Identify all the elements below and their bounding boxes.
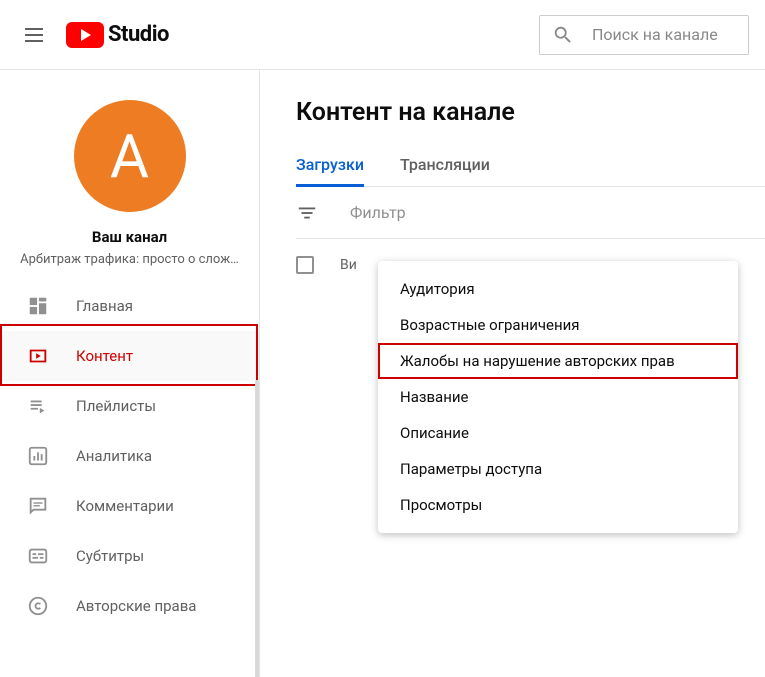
page-title: Контент на канале — [296, 98, 765, 127]
sidebar-item-label: Субтитры — [76, 547, 144, 565]
sidebar-item-label: Комментарии — [76, 497, 174, 515]
filter-bar[interactable]: Фильтр — [296, 187, 765, 239]
sidebar-item-label: Главная — [76, 297, 133, 315]
search-icon — [552, 24, 574, 46]
sidebar-nav: Главная Контент Плейлисты Аналитика — [0, 281, 259, 631]
sidebar-item-copyright[interactable]: Авторские права — [0, 581, 259, 631]
content-icon — [26, 344, 50, 368]
filter-option[interactable]: Возрастные ограничения — [378, 307, 738, 343]
copyright-icon — [26, 594, 50, 618]
sidebar: A Ваш канал Арбитраж трафика: просто о с… — [0, 70, 260, 677]
sidebar-item-label: Аналитика — [76, 447, 152, 465]
comments-icon — [26, 494, 50, 518]
sidebar-item-label: Плейлисты — [76, 397, 156, 415]
avatar-letter: A — [110, 121, 149, 192]
tabs: Загрузки Трансляции — [296, 155, 765, 187]
playlists-icon — [26, 394, 50, 418]
tab-uploads[interactable]: Загрузки — [296, 155, 364, 186]
filter-label: Фильтр — [350, 203, 406, 222]
filter-option[interactable]: Жалобы на нарушение авторских прав — [378, 343, 738, 379]
youtube-icon — [66, 22, 104, 48]
select-all-checkbox[interactable] — [296, 256, 314, 274]
channel-heading: Ваш канал — [0, 228, 259, 246]
menu-icon[interactable] — [22, 23, 46, 47]
sidebar-item-content[interactable]: Контент — [0, 331, 259, 381]
tab-label: Загрузки — [296, 155, 364, 174]
tab-label: Трансляции — [400, 155, 490, 174]
filter-dropdown: АудиторияВозрастные ограниченияЖалобы на… — [378, 261, 738, 533]
filter-option[interactable]: Просмотры — [378, 487, 738, 523]
analytics-icon — [26, 444, 50, 468]
tab-live[interactable]: Трансляции — [400, 155, 490, 186]
sidebar-item-analytics[interactable]: Аналитика — [0, 431, 259, 481]
sidebar-item-label: Контент — [76, 347, 133, 365]
dashboard-icon — [26, 294, 50, 318]
subtitles-icon — [26, 544, 50, 568]
search-placeholder: Поиск на канале — [592, 25, 718, 44]
sidebar-item-comments[interactable]: Комментарии — [0, 481, 259, 531]
app-header: Studio Поиск на канале — [0, 0, 765, 70]
scrollbar[interactable] — [255, 380, 259, 677]
studio-logo[interactable]: Studio — [66, 22, 169, 48]
sidebar-item-playlists[interactable]: Плейлисты — [0, 381, 259, 431]
brand-text: Studio — [108, 22, 169, 47]
filter-option[interactable]: Параметры доступа — [378, 451, 738, 487]
filter-icon — [296, 202, 318, 224]
filter-option[interactable]: Аудитория — [378, 271, 738, 307]
search-input[interactable]: Поиск на канале — [539, 15, 749, 55]
sidebar-item-subtitles[interactable]: Субтитры — [0, 531, 259, 581]
filter-option[interactable]: Описание — [378, 415, 738, 451]
channel-name: Арбитраж трафика: просто о слож… — [0, 252, 259, 267]
filter-option[interactable]: Название — [378, 379, 738, 415]
column-video: Ви — [340, 257, 357, 273]
sidebar-item-home[interactable]: Главная — [0, 281, 259, 331]
sidebar-item-label: Авторские права — [76, 597, 196, 615]
channel-avatar[interactable]: A — [74, 100, 186, 212]
